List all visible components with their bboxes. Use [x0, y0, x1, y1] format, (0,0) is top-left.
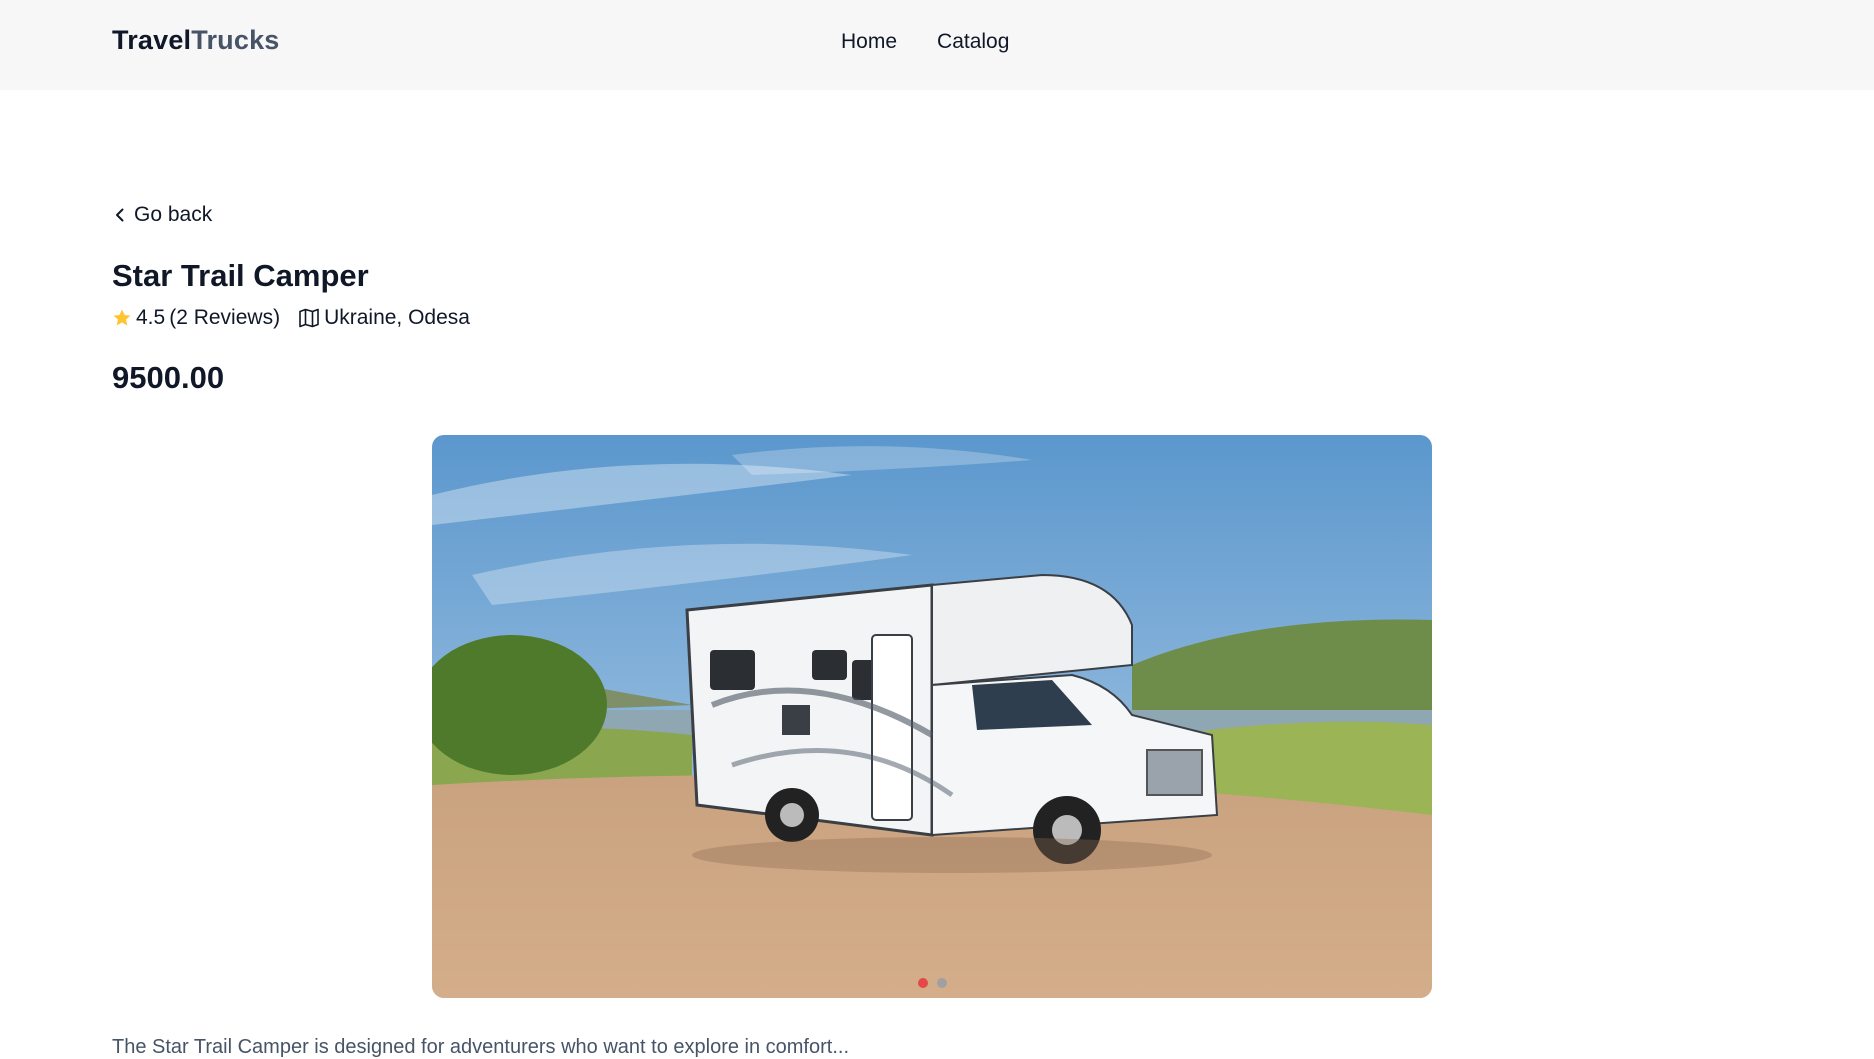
- gallery-dots: [432, 978, 1432, 988]
- camper-meta: 4.5 (2 Reviews) Ukraine, Odesa: [112, 306, 470, 330]
- image-gallery[interactable]: [432, 435, 1432, 998]
- camper-photo: [432, 435, 1432, 998]
- rating[interactable]: 4.5 (2 Reviews): [112, 306, 280, 330]
- go-back-label: Go back: [134, 203, 213, 226]
- gallery-dot-1[interactable]: [917, 978, 928, 988]
- location-text: Ukraine, Odesa: [324, 306, 470, 329]
- nav-link-home[interactable]: Home: [841, 30, 897, 54]
- logo[interactable]: TravelTrucks: [112, 25, 280, 56]
- camper-title: Star Trail Camper: [112, 258, 369, 293]
- logo-part-travel: Travel: [112, 25, 192, 55]
- gallery-dot-2[interactable]: [936, 978, 947, 988]
- map-icon: [299, 308, 319, 328]
- logo-part-trucks: Trucks: [191, 25, 280, 55]
- rating-value: 4.5: [136, 306, 166, 329]
- camper-description: The Star Trail Camper is designed for ad…: [112, 1036, 850, 1058]
- chevron-left-icon: [116, 208, 124, 222]
- go-back-link[interactable]: Go back: [112, 203, 212, 227]
- location: Ukraine, Odesa: [298, 306, 470, 330]
- star-icon: [113, 309, 131, 326]
- nav-link-catalog[interactable]: Catalog: [937, 30, 1009, 54]
- site-header: TravelTrucks Home Catalog: [0, 0, 1874, 90]
- main-nav: Home Catalog: [841, 30, 1009, 54]
- camper-price: 9500.00: [112, 360, 225, 395]
- reviews-count: (2 Reviews): [169, 306, 281, 329]
